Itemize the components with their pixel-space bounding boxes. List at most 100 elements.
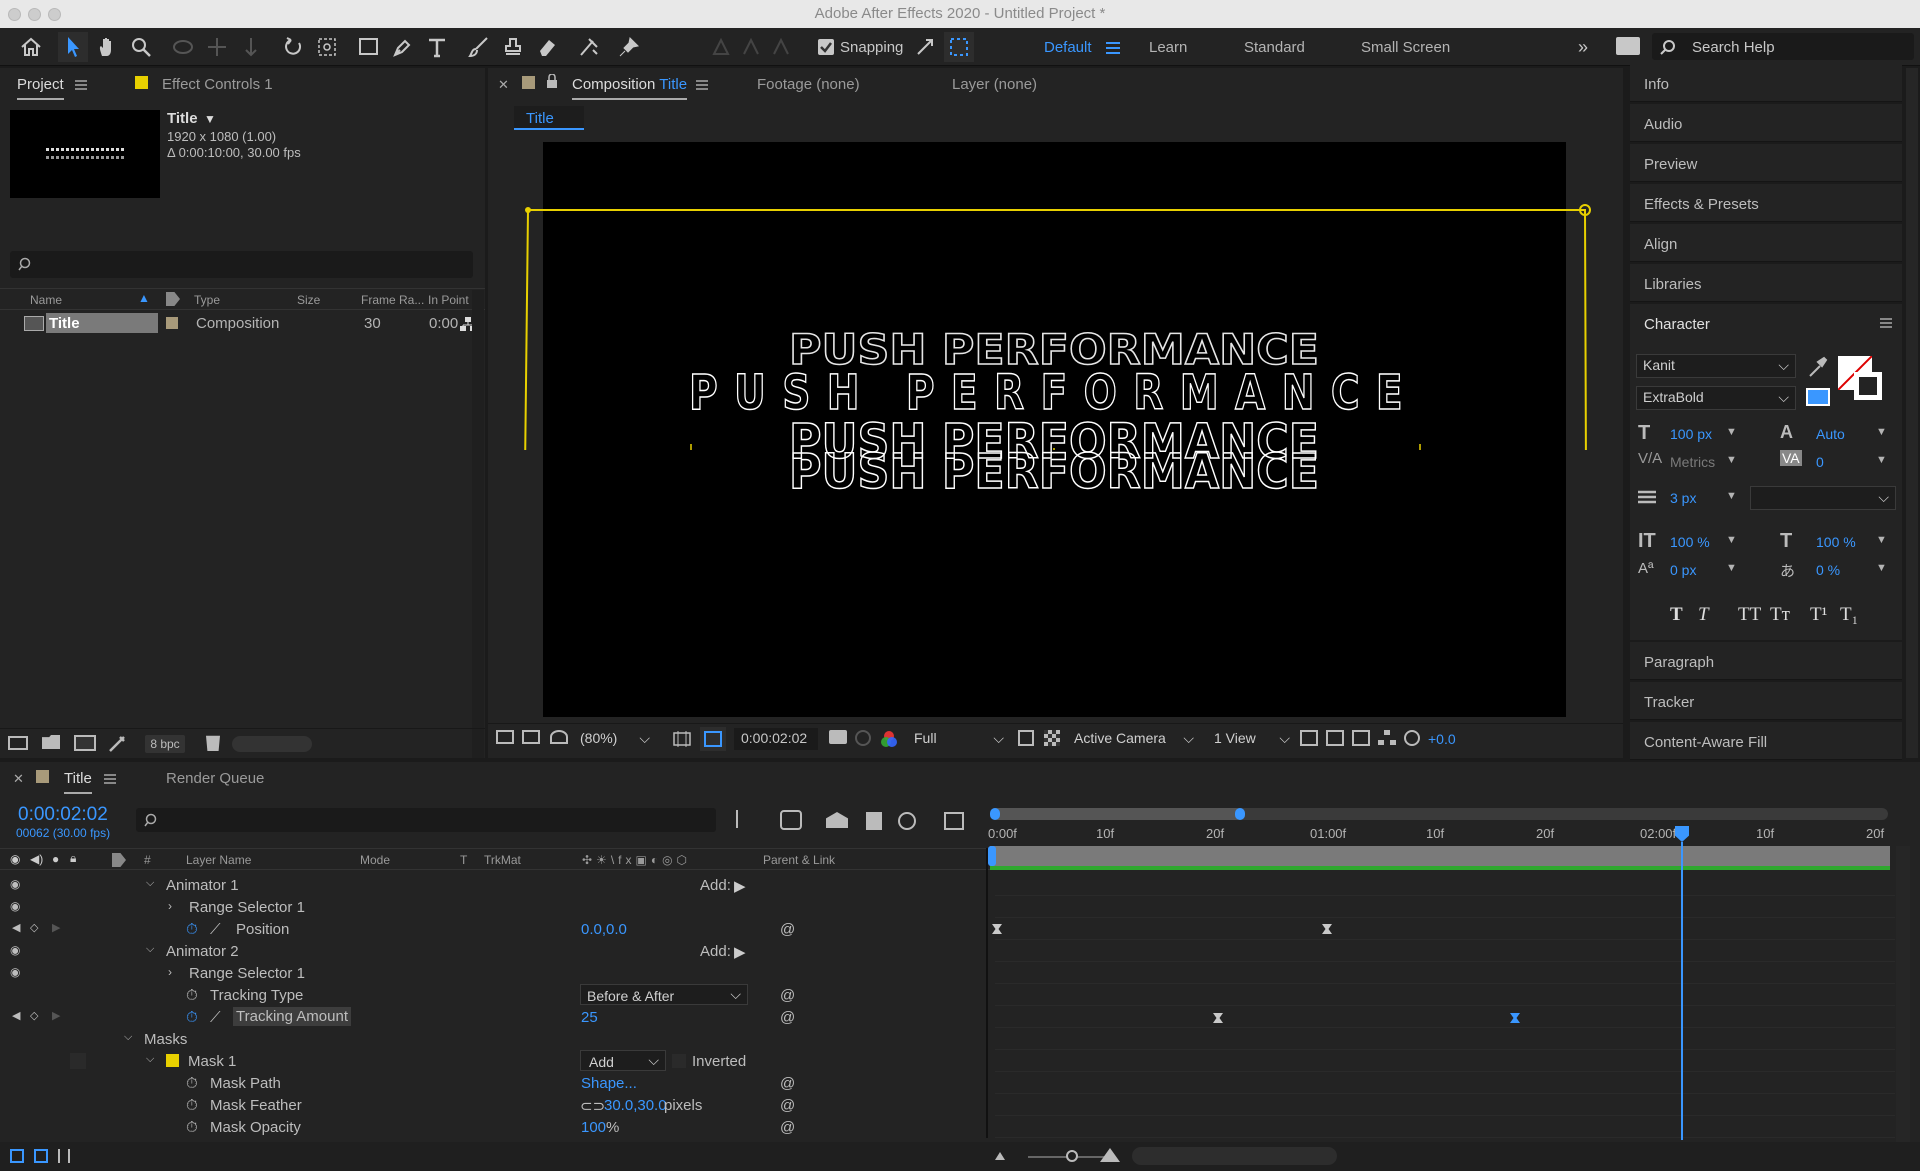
zoom-tool-icon[interactable] [126, 32, 156, 62]
col-layer-name[interactable]: Layer Name [186, 853, 251, 867]
pickwhip-icon[interactable]: @ [780, 1009, 795, 1026]
tab-timeline-title[interactable]: Title [64, 770, 92, 794]
axis-world-icon[interactable] [736, 32, 766, 62]
hand-tool-icon[interactable] [92, 32, 122, 62]
view-layout-select[interactable]: 1 View ⌵ [1208, 728, 1294, 748]
tab-effect-controls[interactable]: Effect Controls 1 [162, 76, 273, 93]
col-t[interactable]: T [460, 853, 467, 867]
leading-value[interactable]: Auto [1816, 426, 1845, 442]
transparency-grid-icon[interactable] [1044, 730, 1060, 746]
property-row-tracking-amount[interactable]: ◀ ◇ ▶ ⏱ ⟋ Tracking Amount 25 @ [0, 1006, 985, 1028]
monitor-icon[interactable] [522, 730, 540, 744]
comp-flowchart-icon[interactable] [1378, 730, 1396, 746]
prev-keyframe-icon[interactable]: ◀ [12, 1009, 20, 1022]
panel-paragraph[interactable]: Paragraph [1630, 642, 1902, 680]
show-snapshot-icon[interactable] [855, 730, 871, 746]
solo-icon[interactable]: ● [52, 852, 59, 866]
brush-tool-icon[interactable] [464, 32, 494, 62]
chevron-down-icon[interactable]: ⌵ [146, 877, 154, 890]
pickwhip-icon[interactable]: @ [780, 987, 795, 1004]
type-tool-icon[interactable] [422, 32, 452, 62]
kerning-value[interactable]: Metrics [1670, 454, 1715, 470]
project-row-title[interactable]: Title Composition 30 0:00 [0, 312, 485, 334]
panel-content-aware-fill[interactable]: Content-Aware Fill [1630, 722, 1902, 760]
navigator-start-handle[interactable] [990, 808, 1000, 820]
next-keyframe-icon[interactable]: ▶ [52, 1009, 60, 1022]
draft-3d-icon[interactable] [780, 810, 802, 830]
font-family-select[interactable]: Kanit ⌵ [1636, 354, 1796, 378]
superscript-button[interactable]: T¹ [1810, 604, 1827, 626]
row-value[interactable]: 0.0,0.0 [581, 921, 627, 938]
add-menu-icon[interactable]: ▶ [734, 943, 746, 961]
eye-icon[interactable]: ◉ [10, 899, 20, 913]
timeline-search-input[interactable] [136, 808, 716, 832]
pickwhip-icon[interactable]: @ [780, 921, 795, 938]
chevron-down-icon[interactable]: ▼ [1726, 454, 1737, 466]
panel-menu-icon[interactable] [75, 80, 87, 90]
reset-exposure-icon[interactable] [1404, 730, 1420, 746]
property-row-tracking-type[interactable]: ⏱ Tracking Type Before & After ⌵ @ [0, 984, 985, 1006]
navigator-end-handle[interactable] [1235, 808, 1245, 820]
font-style-select[interactable]: ExtraBold ⌵ [1636, 386, 1796, 410]
snap-to-edges-icon[interactable] [944, 32, 974, 62]
minimize-window-button[interactable] [28, 8, 41, 21]
col-name[interactable]: Name [30, 293, 62, 307]
panel-menu-icon[interactable] [104, 774, 116, 784]
close-window-button[interactable] [8, 8, 21, 21]
font-size-value[interactable]: 100 px [1670, 426, 1712, 442]
label-color-swatch[interactable] [166, 317, 178, 329]
tab-composition[interactable]: Composition Title [572, 76, 688, 100]
anchor-point-tool-icon[interactable] [312, 32, 342, 62]
chevron-down-icon[interactable]: ▼ [1726, 490, 1737, 502]
zoom-window-button[interactable] [48, 8, 61, 21]
workspace-default[interactable]: Default [1044, 39, 1092, 56]
chevron-down-icon[interactable]: ▼ [1876, 562, 1887, 574]
panel-align[interactable]: Align [1630, 224, 1902, 262]
stroke-style-select[interactable]: ⌵ [1750, 486, 1896, 510]
horizontal-scale-value[interactable]: 100 % [1816, 534, 1856, 550]
axis-local-icon[interactable] [706, 32, 736, 62]
add-menu-icon[interactable]: ▶ [734, 877, 746, 895]
region-of-interest-icon[interactable] [1018, 730, 1034, 746]
eraser-tool-icon[interactable] [532, 32, 562, 62]
timeline-icon[interactable] [1352, 730, 1370, 746]
stopwatch-icon[interactable]: ⏱ [186, 1009, 198, 1026]
snapshot-camera-icon[interactable] [829, 730, 847, 744]
switches-icons[interactable]: ✣☀\fx▣◐◎⬡ [582, 853, 691, 867]
search-help-field[interactable]: Search Help [1652, 33, 1914, 60]
next-keyframe-icon[interactable]: ▶ [52, 921, 60, 934]
panel-libraries[interactable]: Libraries [1630, 264, 1902, 302]
pan-tool-icon[interactable] [202, 32, 232, 62]
motion-blur-icon[interactable] [898, 812, 916, 830]
eye-icon[interactable]: ◉ [10, 852, 20, 866]
tab-render-queue[interactable]: Render Queue [166, 770, 264, 787]
new-folder-icon[interactable] [42, 735, 60, 749]
layer-switches-toggle-icon[interactable] [10, 1149, 24, 1163]
eyedropper-icon[interactable] [1806, 356, 1828, 378]
panel-effects-presets[interactable]: Effects & Presets [1630, 184, 1902, 222]
right-scrollbar[interactable] [1906, 68, 1918, 758]
tsume-value[interactable]: 0 % [1816, 562, 1840, 578]
shy-layers-icon[interactable] [826, 812, 848, 828]
exposure-value[interactable]: +0.0 [1428, 731, 1456, 747]
col-trkmat[interactable]: TrkMat [484, 853, 521, 867]
tracking-type-select[interactable]: Before & After ⌵ [580, 984, 748, 1005]
color-channels-icon[interactable] [880, 730, 898, 748]
puppet-pin-tool-icon[interactable] [614, 32, 644, 62]
chevron-down-icon[interactable]: ▼ [1876, 454, 1887, 466]
stopwatch-icon[interactable]: ⏱ [186, 1119, 198, 1136]
property-row-range-selector[interactable]: ◉ › Range Selector 1 [0, 896, 985, 918]
bit-depth-button[interactable]: 8 bpc [145, 735, 185, 753]
audio-icon[interactable]: ◀) [30, 852, 43, 866]
axis-view-icon[interactable] [766, 32, 796, 62]
lock-icon[interactable] [546, 74, 558, 89]
fast-previews-icon[interactable] [1326, 730, 1344, 746]
col-frame-rate[interactable]: Frame Ra... [361, 293, 424, 307]
add-keyframe-icon[interactable]: ◇ [30, 921, 38, 934]
current-time-field[interactable]: 0:00:02:02 [734, 728, 818, 750]
chevron-down-icon[interactable]: ▼ [204, 112, 216, 126]
transfer-controls-toggle-icon[interactable] [34, 1149, 48, 1163]
chevron-down-icon[interactable]: ▼ [1876, 426, 1887, 438]
zoom-select[interactable]: (80%) ⌵ [574, 728, 654, 748]
all-caps-button[interactable]: TT [1738, 604, 1761, 626]
